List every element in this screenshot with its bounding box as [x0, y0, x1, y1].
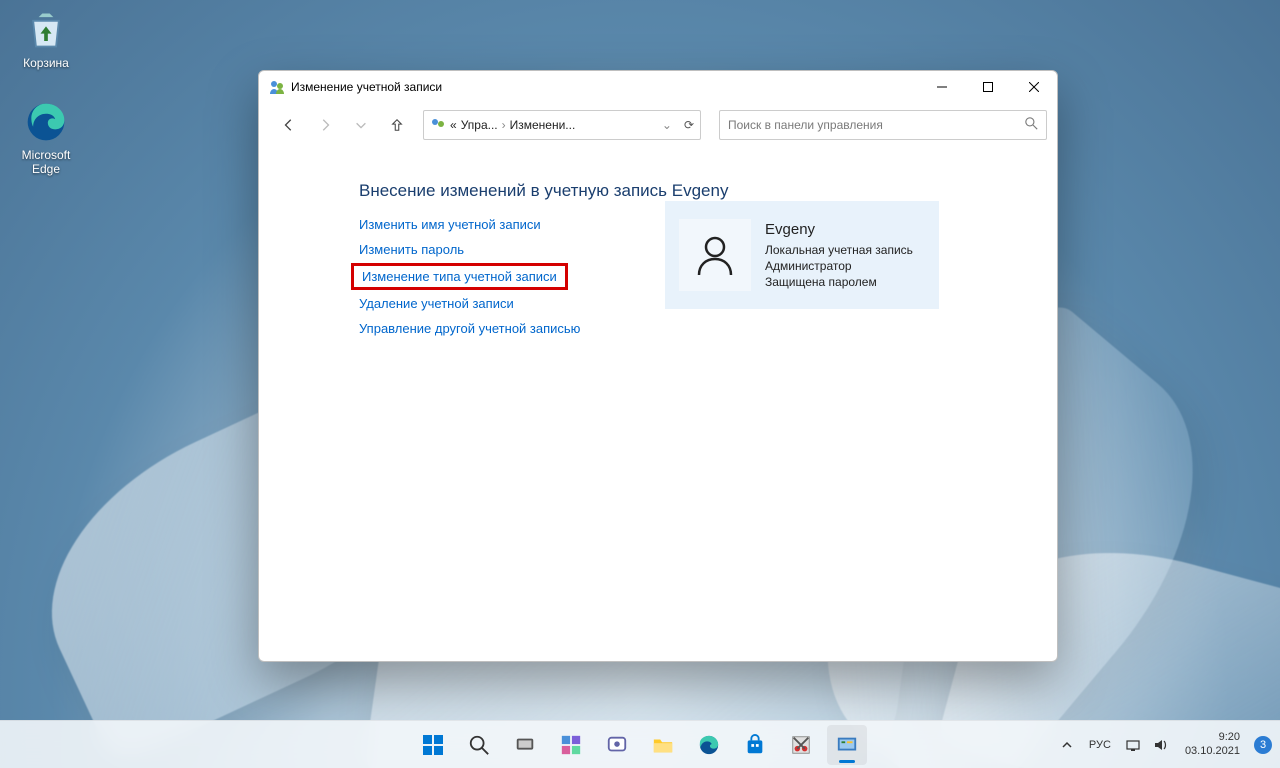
- window-content: Внесение изменений в учетную запись Evge…: [259, 147, 1057, 661]
- navigation-bar: « Упра... › Изменени... ⌄ ⟳ Поиск в пане…: [259, 103, 1057, 147]
- user-password-status: Защищена паролем: [765, 274, 913, 290]
- clock-date: 03.10.2021: [1185, 745, 1240, 759]
- task-view-button[interactable]: [505, 725, 545, 765]
- language-indicator[interactable]: РУС: [1085, 739, 1115, 751]
- tray-overflow-button[interactable]: [1057, 735, 1077, 755]
- refresh-button[interactable]: ⟳: [684, 118, 694, 132]
- avatar: [679, 219, 751, 291]
- link-change-account-type[interactable]: Изменение типа учетной записи: [362, 269, 557, 284]
- forward-button[interactable]: [309, 109, 341, 141]
- volume-icon[interactable]: [1151, 735, 1171, 755]
- user-card: Evgeny Локальная учетная запись Админист…: [665, 201, 939, 309]
- control-panel-window: Изменение учетной записи « Упра... › Изм…: [258, 70, 1058, 662]
- chevron-down-icon[interactable]: ⌄: [662, 118, 672, 132]
- clock[interactable]: 9:20 03.10.2021: [1179, 731, 1246, 759]
- file-explorer-button[interactable]: [643, 725, 683, 765]
- edge-button[interactable]: [689, 725, 729, 765]
- microsoft-edge-icon[interactable]: Microsoft Edge: [8, 100, 84, 176]
- user-accounts-icon: [269, 79, 285, 95]
- address-bar[interactable]: « Упра... › Изменени... ⌄ ⟳: [423, 110, 701, 140]
- edge-label: Microsoft Edge: [8, 148, 84, 176]
- maximize-button[interactable]: [965, 71, 1011, 103]
- titlebar[interactable]: Изменение учетной записи: [259, 71, 1057, 103]
- user-account-type: Локальная учетная запись: [765, 242, 913, 258]
- highlight-box: Изменение типа учетной записи: [351, 263, 568, 290]
- page-heading: Внесение изменений в учетную запись Evge…: [359, 181, 1017, 201]
- chevron-right-icon: ›: [502, 118, 506, 132]
- network-icon[interactable]: [1123, 735, 1143, 755]
- back-button[interactable]: [273, 109, 305, 141]
- store-button[interactable]: [735, 725, 775, 765]
- start-button[interactable]: [413, 725, 453, 765]
- search-placeholder: Поиск в панели управления: [728, 118, 1025, 132]
- recent-dropdown-button[interactable]: [345, 109, 377, 141]
- taskbar: РУС 9:20 03.10.2021 3: [0, 720, 1280, 768]
- control-panel-button[interactable]: [827, 725, 867, 765]
- link-manage-other-account[interactable]: Управление другой учетной записью: [359, 321, 1017, 336]
- search-icon: [1025, 117, 1038, 133]
- chat-button[interactable]: [597, 725, 637, 765]
- close-button[interactable]: [1011, 71, 1057, 103]
- search-button[interactable]: [459, 725, 499, 765]
- search-input[interactable]: Поиск в панели управления: [719, 110, 1047, 140]
- user-accounts-icon: [430, 117, 446, 133]
- recycle-bin-label: Корзина: [8, 56, 84, 70]
- user-role: Администратор: [765, 258, 913, 274]
- clock-time: 9:20: [1185, 731, 1240, 745]
- desktop: Корзина Microsoft Edge Изменение учетной…: [0, 0, 1280, 768]
- snipping-tool-button[interactable]: [781, 725, 821, 765]
- widgets-button[interactable]: [551, 725, 591, 765]
- breadcrumb-back[interactable]: «: [450, 118, 457, 132]
- user-name: Evgeny: [765, 220, 913, 240]
- minimize-button[interactable]: [919, 71, 965, 103]
- window-title: Изменение учетной записи: [291, 80, 919, 94]
- breadcrumb-level1[interactable]: Упра...: [461, 118, 498, 132]
- notification-center-button[interactable]: 3: [1254, 736, 1272, 754]
- breadcrumb-level2[interactable]: Изменени...: [510, 118, 576, 132]
- up-button[interactable]: [381, 109, 413, 141]
- recycle-bin-icon[interactable]: Корзина: [8, 8, 84, 70]
